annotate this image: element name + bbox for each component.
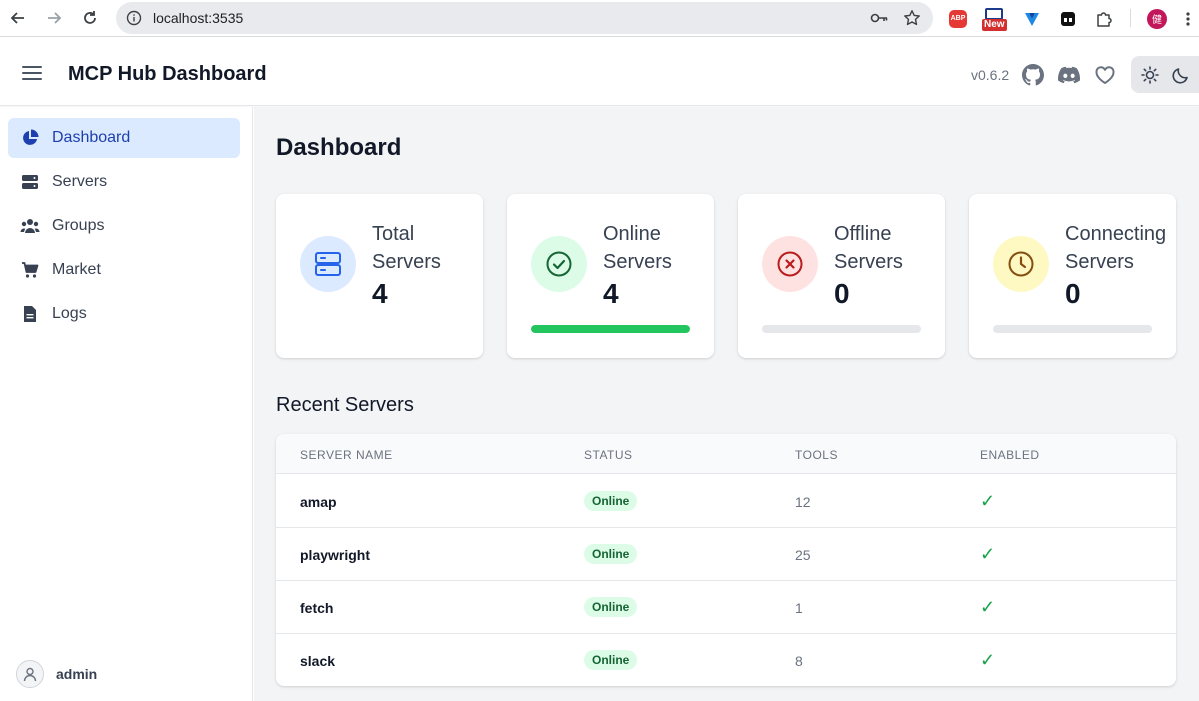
app-header: MCP Hub Dashboard v0.6.2 bbox=[0, 38, 1199, 106]
check-circle-icon bbox=[531, 236, 587, 292]
sidebar-item-label: Dashboard bbox=[52, 129, 131, 146]
sidebar-item-market[interactable]: Market bbox=[8, 250, 240, 290]
sidebar-item-logs[interactable]: Logs bbox=[8, 294, 240, 334]
connecting-progress-bar bbox=[993, 325, 1152, 333]
sidebar-item-label: Servers bbox=[52, 173, 108, 190]
reload-icon[interactable] bbox=[72, 0, 108, 36]
server-icon bbox=[20, 172, 40, 192]
stat-card-offline: Offline Servers 0 bbox=[738, 194, 945, 358]
table-row[interactable]: fetch Online 1 ✓ bbox=[276, 581, 1176, 634]
stat-label: Connecting Servers bbox=[1065, 223, 1167, 273]
offline-progress-bar bbox=[762, 325, 921, 333]
stat-card-total: Total Servers 4 bbox=[276, 194, 483, 358]
toolbar-divider bbox=[1130, 9, 1131, 27]
tools-count: 1 bbox=[795, 600, 803, 616]
page-title: Dashboard bbox=[276, 134, 402, 161]
recent-servers-table: SERVER NAME STATUS TOOLS ENABLED amap On… bbox=[276, 434, 1176, 686]
stat-value: 0 bbox=[1065, 278, 1081, 309]
server-name: slack bbox=[300, 653, 336, 669]
v-extension-icon[interactable] bbox=[1023, 0, 1041, 37]
x-circle-icon bbox=[762, 236, 818, 292]
stat-card-connecting: Connecting Servers 0 bbox=[969, 194, 1176, 358]
status-badge: Online bbox=[584, 597, 638, 617]
url-text: localhost:3535 bbox=[153, 10, 244, 26]
stat-value: 4 bbox=[372, 278, 388, 309]
status-badge: Online bbox=[584, 544, 638, 564]
sidebar-item-groups[interactable]: Groups bbox=[8, 206, 240, 246]
stat-label: Total Servers bbox=[372, 223, 441, 273]
user-name: admin bbox=[56, 666, 98, 682]
clock-icon bbox=[993, 236, 1049, 292]
status-badge: Online bbox=[584, 491, 638, 511]
app-title: MCP Hub Dashboard bbox=[68, 63, 267, 85]
stat-label: Online Servers bbox=[603, 223, 672, 273]
column-header-name: SERVER NAME bbox=[300, 448, 393, 462]
main-content: Dashboard Total Servers 4 Online Servers… bbox=[254, 107, 1199, 701]
sidebar: Dashboard Servers Groups Market Logs adm… bbox=[0, 107, 253, 701]
site-info-icon[interactable] bbox=[125, 9, 143, 27]
password-key-icon[interactable] bbox=[869, 8, 889, 33]
user-avatar-icon bbox=[16, 660, 44, 688]
online-progress-fill bbox=[531, 325, 690, 333]
enabled-check-icon: ✓ bbox=[980, 544, 996, 564]
column-header-tools: TOOLS bbox=[795, 448, 838, 462]
profile-avatar-letter: 健 bbox=[1147, 8, 1167, 29]
adblock-extension-icon[interactable]: ABP bbox=[949, 0, 967, 37]
users-icon bbox=[20, 216, 40, 236]
theme-toggle[interactable] bbox=[1131, 56, 1199, 93]
address-bar[interactable]: localhost:3535 bbox=[116, 2, 933, 34]
profile-avatar-icon[interactable]: 健 bbox=[1147, 0, 1167, 37]
sidebar-item-label: Market bbox=[52, 261, 101, 278]
recent-servers-title: Recent Servers bbox=[276, 394, 414, 416]
moon-icon[interactable] bbox=[1171, 65, 1191, 90]
extensions-puzzle-icon[interactable] bbox=[1095, 0, 1113, 37]
browser-toolbar: localhost:3535 ABP New 健 bbox=[0, 0, 1199, 37]
new-extension-icon[interactable]: New bbox=[981, 0, 1009, 37]
column-header-enabled: ENABLED bbox=[980, 448, 1040, 462]
sidebar-item-label: Logs bbox=[52, 305, 87, 322]
table-row[interactable]: amap Online 12 ✓ bbox=[276, 475, 1176, 528]
column-header-status: STATUS bbox=[584, 448, 633, 462]
tools-count: 12 bbox=[795, 494, 811, 510]
document-icon bbox=[20, 304, 40, 324]
table-header: SERVER NAME STATUS TOOLS ENABLED bbox=[276, 434, 1176, 474]
bookmark-star-icon[interactable] bbox=[903, 9, 921, 32]
server-name: amap bbox=[300, 494, 337, 510]
version-label: v0.6.2 bbox=[971, 67, 1010, 83]
browser-menu-icon[interactable] bbox=[1185, 0, 1191, 37]
stat-card-online: Online Servers 4 bbox=[507, 194, 714, 358]
sun-icon[interactable] bbox=[1140, 65, 1160, 90]
sidebar-item-label: Groups bbox=[52, 217, 105, 234]
forward-icon[interactable] bbox=[36, 0, 72, 36]
online-progress-bar bbox=[531, 325, 690, 333]
enabled-check-icon: ✓ bbox=[980, 491, 996, 511]
status-badge: Online bbox=[584, 650, 638, 670]
cart-icon bbox=[20, 260, 40, 280]
server-name: fetch bbox=[300, 600, 334, 616]
discord-icon[interactable] bbox=[1058, 64, 1080, 86]
enabled-check-icon: ✓ bbox=[980, 597, 996, 617]
table-row[interactable]: playwright Online 25 ✓ bbox=[276, 528, 1176, 581]
abp-label: ABP bbox=[949, 9, 967, 28]
sponsor-heart-icon[interactable] bbox=[1094, 64, 1116, 86]
enabled-check-icon: ✓ bbox=[980, 650, 996, 670]
pie-chart-icon bbox=[20, 128, 40, 148]
tools-count: 8 bbox=[795, 653, 803, 669]
back-icon[interactable] bbox=[0, 0, 36, 36]
server-icon bbox=[300, 236, 356, 292]
user-menu[interactable]: admin bbox=[16, 660, 97, 688]
menu-toggle-icon[interactable] bbox=[22, 66, 42, 80]
stat-value: 0 bbox=[834, 278, 850, 309]
sidebar-item-servers[interactable]: Servers bbox=[8, 162, 240, 202]
table-row[interactable]: slack Online 8 ✓ bbox=[276, 634, 1176, 686]
sidebar-item-dashboard[interactable]: Dashboard bbox=[8, 118, 240, 158]
tools-count: 25 bbox=[795, 547, 811, 563]
new-badge-label: New bbox=[982, 18, 1007, 31]
stat-label: Offline Servers bbox=[834, 223, 903, 273]
github-icon[interactable] bbox=[1022, 64, 1044, 86]
bb-extension-icon[interactable] bbox=[1059, 0, 1077, 37]
stat-value: 4 bbox=[603, 278, 619, 309]
server-name: playwright bbox=[300, 547, 371, 563]
